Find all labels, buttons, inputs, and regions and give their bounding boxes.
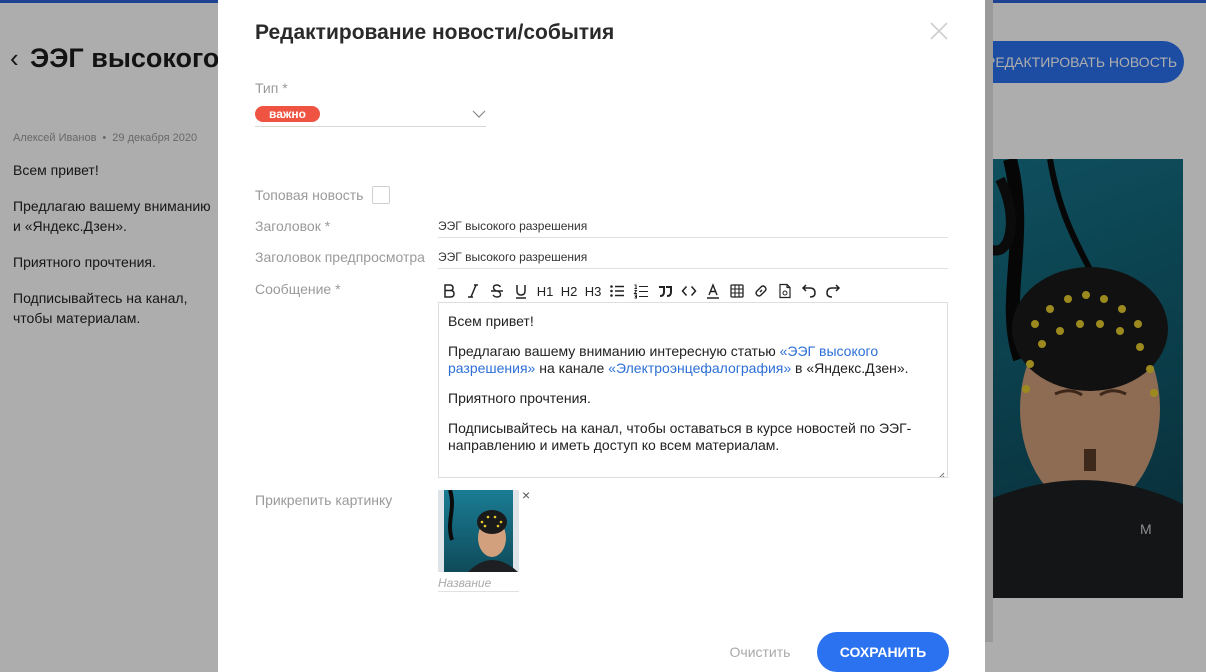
preview-heading-input[interactable]: ЭЭГ высокого разрешения: [438, 248, 948, 269]
bullet-list-icon[interactable]: [606, 280, 628, 302]
channel-link[interactable]: «Электроэнцефалография»: [608, 360, 791, 376]
editor-text: на канале: [535, 360, 609, 376]
top-news-label: Топовая новость: [255, 187, 364, 203]
message-label: Сообщение *: [255, 281, 341, 297]
heading-label: Заголовок *: [255, 218, 331, 234]
editor-paragraph: Подписывайтесь на канал, чтобы оставатьс…: [448, 420, 912, 453]
modal-title: Редактирование новости/события: [255, 21, 615, 44]
resize-handle-icon[interactable]: [937, 467, 945, 477]
undo-icon[interactable]: [798, 280, 820, 302]
italic-icon[interactable]: [462, 280, 484, 302]
close-icon[interactable]: [926, 18, 952, 44]
top-news-checkbox[interactable]: [372, 186, 390, 204]
type-label: Тип *: [255, 80, 288, 96]
blockquote-icon[interactable]: [654, 280, 676, 302]
editor-paragraph: Предлагаю вашему вниманию интересную ста…: [448, 343, 938, 377]
numbered-list-icon[interactable]: [630, 280, 652, 302]
edit-news-modal: Редактирование новости/события Тип * важ…: [218, 0, 985, 672]
remove-image-icon[interactable]: ×: [522, 488, 534, 502]
bold-icon[interactable]: [438, 280, 460, 302]
clear-button[interactable]: Очистить: [716, 640, 804, 664]
image-file-icon[interactable]: [774, 280, 796, 302]
link-icon[interactable]: [750, 280, 772, 302]
message-editor[interactable]: Всем привет! Предлагаю вашему вниманию и…: [438, 302, 948, 478]
type-select[interactable]: важно: [255, 104, 486, 127]
attach-image-label: Прикрепить картинку: [255, 492, 393, 508]
preview-heading-label: Заголовок предпросмотра: [255, 249, 425, 265]
table-icon[interactable]: [726, 280, 748, 302]
text-color-icon[interactable]: [702, 280, 724, 302]
editor-paragraph: Всем привет!: [448, 313, 534, 329]
code-icon[interactable]: [678, 280, 700, 302]
heading-3-button[interactable]: H3: [582, 280, 604, 302]
heading-input[interactable]: ЭЭГ высокого разрешения: [438, 217, 948, 238]
chevron-down-icon: [472, 107, 486, 121]
editor-text: Предлагаю вашему вниманию интересную ста…: [448, 343, 780, 359]
editor-toolbar: H1 H2 H3: [438, 280, 846, 302]
heading-1-button[interactable]: H1: [534, 280, 556, 302]
editor-text: в «Яндекс.Дзен».: [791, 360, 909, 376]
save-button[interactable]: СОХРАНИТЬ: [817, 632, 949, 672]
redo-icon[interactable]: [822, 280, 844, 302]
underline-icon[interactable]: [510, 280, 532, 302]
attached-image-thumbnail[interactable]: [438, 490, 519, 572]
thumbnail-illustration: [438, 490, 519, 572]
strikethrough-icon[interactable]: [486, 280, 508, 302]
type-badge: важно: [255, 106, 320, 122]
editor-paragraph: Приятного прочтения.: [448, 390, 591, 406]
heading-2-button[interactable]: H2: [558, 280, 580, 302]
image-caption-input[interactable]: Название: [438, 577, 519, 592]
